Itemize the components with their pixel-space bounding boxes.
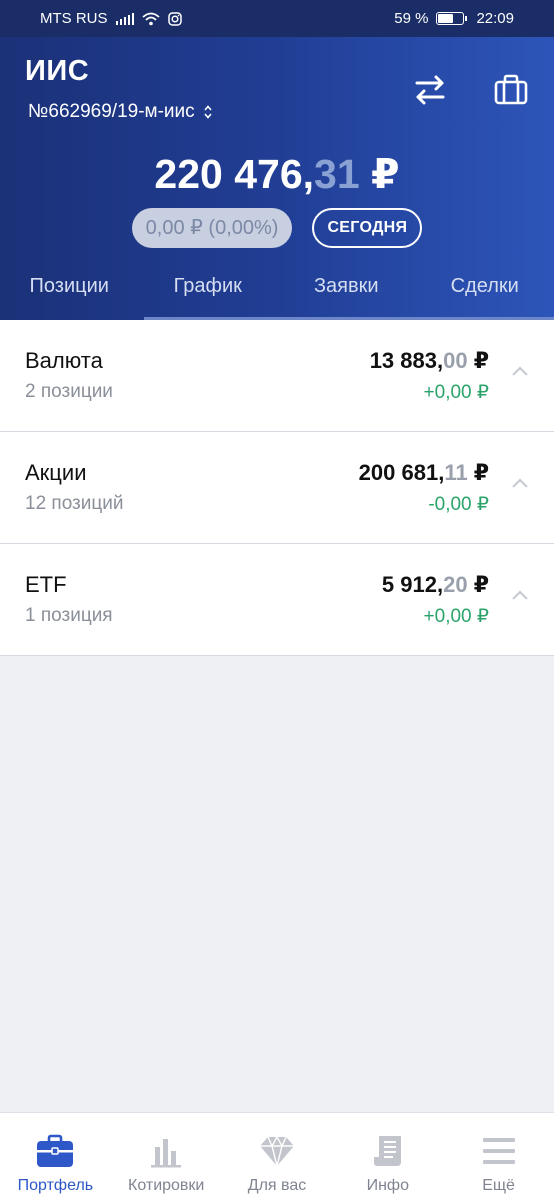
signal-icon	[115, 12, 134, 25]
daily-change-badge: 0,00 ₽ (0,00%)	[131, 208, 293, 248]
list-item-stocks[interactable]: Акции 12 позиций 200 681,11 ₽ -0,00 ₽	[0, 432, 554, 544]
diamond-icon	[259, 1135, 294, 1167]
group-count: 1 позиция	[25, 605, 113, 626]
group-count: 12 позиций	[25, 493, 124, 514]
nav-label: Инфо	[366, 1177, 409, 1194]
list-item-currency[interactable]: Валюта 2 позиции 13 883,00 ₽ +0,00 ₽	[0, 320, 554, 432]
period-today-button[interactable]: СЕГОДНЯ	[312, 208, 423, 248]
portfolio-header: MTS RUS 59 % 22:09 ИИС №662969/19-м-иис	[0, 0, 554, 320]
bottom-navigation: Портфель Котировки Для вас Инфо Ещё	[0, 1112, 554, 1200]
instagram-icon	[167, 11, 182, 26]
nav-label: Ещё	[482, 1177, 515, 1194]
nav-info[interactable]: Инфо	[332, 1113, 443, 1200]
tab-orders[interactable]: Заявки	[277, 270, 416, 320]
account-selector[interactable]: №662969/19-м-иис	[28, 101, 213, 123]
briefcase-icon	[37, 1134, 74, 1167]
total-currency: ₽	[359, 151, 400, 197]
menu-icon	[482, 1138, 515, 1164]
group-count: 2 позиции	[25, 381, 113, 402]
battery-icon	[436, 12, 468, 25]
nav-quotes[interactable]: Котировки	[111, 1113, 222, 1200]
nav-label: Котировки	[128, 1177, 205, 1194]
battery-percent: 59 %	[394, 10, 429, 27]
group-name: Акции	[25, 460, 87, 485]
nav-more[interactable]: Ещё	[443, 1113, 554, 1200]
wifi-icon	[141, 12, 160, 25]
nav-label: Для вас	[247, 1177, 307, 1194]
sort-arrows-icon	[204, 105, 212, 119]
page-title: ИИС	[25, 55, 90, 87]
group-value: 13 883,00 ₽	[369, 348, 489, 373]
account-number: №662969/19-м-иис	[28, 101, 195, 122]
nav-for-you[interactable]: Для вас	[222, 1113, 333, 1200]
status-bar: MTS RUS 59 % 22:09	[0, 0, 554, 37]
tab-deals[interactable]: Сделки	[416, 270, 554, 320]
group-change: -0,00 ₽	[428, 494, 489, 515]
tab-positions[interactable]: Позиции	[0, 270, 139, 320]
group-change: +0,00 ₽	[423, 382, 489, 403]
swap-icon[interactable]	[412, 72, 448, 108]
chevron-up-icon[interactable]	[511, 589, 529, 601]
total-amount: 220 476,31 ₽	[0, 150, 554, 198]
group-name: Валюта	[25, 348, 103, 373]
nav-label: Портфель	[17, 1177, 94, 1194]
total-main: 220 476,	[154, 151, 315, 197]
group-value: 5 912,20 ₽	[381, 572, 489, 597]
tab-bar: Позиции График Заявки Сделки	[0, 270, 554, 320]
nav-portfolio[interactable]: Портфель	[0, 1113, 111, 1200]
chevron-up-icon[interactable]	[511, 477, 529, 489]
total-fraction: 31	[314, 151, 360, 197]
document-icon	[373, 1136, 401, 1166]
bar-chart-icon	[151, 1139, 182, 1168]
group-name: ETF	[25, 572, 67, 597]
group-change: +0,00 ₽	[423, 606, 489, 627]
group-value: 200 681,11 ₽	[358, 460, 489, 485]
carrier-label: MTS RUS	[40, 10, 108, 27]
asset-groups-list: Валюта 2 позиции 13 883,00 ₽ +0,00 ₽ Акц…	[0, 320, 554, 656]
list-item-etf[interactable]: ETF 1 позиция 5 912,20 ₽ +0,00 ₽	[0, 544, 554, 656]
portfolio-icon[interactable]	[493, 72, 529, 108]
clock: 22:09	[476, 10, 514, 27]
tab-chart[interactable]: График	[139, 270, 278, 320]
chevron-up-icon[interactable]	[511, 365, 529, 377]
